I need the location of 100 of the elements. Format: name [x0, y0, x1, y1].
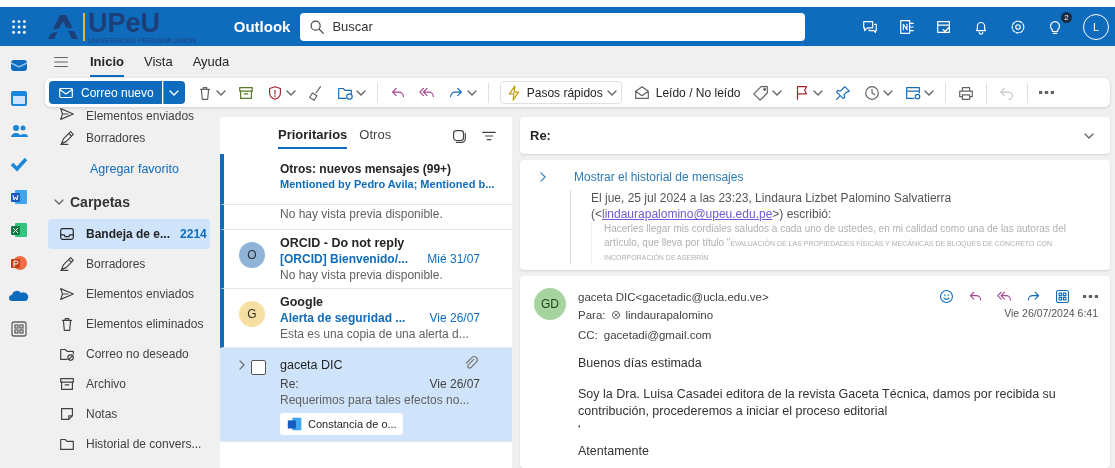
waffle-icon [10, 17, 28, 36]
remove-icon [609, 309, 622, 322]
body-paragraph: Buenos días estimada [578, 355, 703, 373]
spreadsheet-app-icon[interactable] [9, 220, 29, 240]
attachment-chip[interactable]: Constancia de o... [280, 413, 403, 435]
read-unread-button[interactable]: Leído / No leído [632, 83, 741, 102]
folder-item[interactable]: Bandeja de e... 2214 [48, 219, 210, 249]
recipient: lindaurapalomino [625, 309, 714, 322]
message-sender: Google [280, 295, 324, 309]
new-mail-dropdown[interactable] [162, 81, 185, 104]
document-app-icon[interactable] [9, 187, 29, 207]
clock-icon [862, 83, 881, 102]
quote-header: El jue, 25 jul 2024 a las 23:23, Lindaura Lizbet Palomino Salvatierra (<lindaurapalomino@upeu.edu.pe>) escribió: [591, 190, 953, 223]
notebook-button[interactable] [898, 17, 916, 36]
cc-label: CC: [578, 329, 598, 342]
caret-icon [169, 89, 180, 96]
more-button[interactable] [1083, 295, 1098, 299]
inbox-tab[interactable]: Otros [359, 122, 392, 149]
sender-avatar: G [239, 301, 265, 327]
message-preview: No hay vista previa disponible. [280, 207, 444, 221]
folder-item[interactable]: Notas [48, 399, 210, 429]
show-history-link[interactable]: Mostrar el historial de mensajes [540, 170, 744, 184]
smiley-icon [938, 288, 955, 306]
more-button[interactable] [1038, 91, 1054, 94]
snooze-button[interactable] [862, 83, 893, 102]
folder-item[interactable]: Correo no deseado [48, 339, 210, 369]
message-checkbox[interactable] [250, 360, 266, 375]
notice-title: Otros: nuevos mensajes (99+) [280, 162, 453, 176]
inbox-icon [58, 225, 76, 243]
chevron-icon [238, 360, 245, 370]
app-launcher-button[interactable] [10, 17, 28, 36]
folder-item[interactable]: Elementos enviados [48, 107, 210, 123]
message-item[interactable]: No hay vista previa disponible. [220, 205, 512, 230]
search-field[interactable]: Buscar [300, 12, 806, 41]
message-subject: Re: [530, 128, 551, 143]
to-label: Para: [578, 309, 606, 322]
chevron-icon [540, 172, 546, 182]
apps-icon[interactable] [9, 319, 29, 339]
app-name: Outlook [233, 18, 291, 35]
tips-badge: 2 [1061, 11, 1072, 23]
calendar-icon[interactable] [9, 88, 29, 108]
ribbon-tab[interactable]: Inicio [90, 47, 124, 77]
message-sender: ORCID - Do not reply [280, 236, 405, 250]
notice-preview: Mentioned by Pedro Avila; Mentioned b... [280, 178, 496, 190]
email-link[interactable]: lindaurapalomino@upeu.edu.pe [602, 207, 773, 222]
logo-mark-icon [46, 12, 80, 41]
open-envelope-icon [632, 83, 651, 102]
caret-icon [355, 89, 366, 96]
add-favorite-link[interactable]: Agregar favorito [48, 153, 215, 185]
ribbon-tab[interactable]: Vista [143, 47, 173, 77]
note-icon [58, 405, 76, 423]
folder-item[interactable]: Elementos enviados [48, 279, 210, 309]
message-subject: Re: [280, 377, 299, 391]
sender-address: gaceta DIC<gacetadic@ucla.edu.ve> [578, 290, 769, 303]
tag-icon [751, 83, 770, 102]
apps-icon [1054, 288, 1071, 306]
pencil-icon [58, 129, 76, 147]
message-date: Mié 31/07 [427, 252, 481, 266]
notebook-icon [898, 17, 916, 36]
sender-avatar: O [239, 242, 265, 268]
folder-item[interactable]: Archivo [48, 369, 210, 399]
folders-section-header[interactable]: Carpetas [48, 185, 215, 219]
presentation-app-icon[interactable] [9, 253, 29, 273]
cc-recipient: gacetadi@gmail.com [603, 329, 712, 342]
body-paragraph: ' [578, 422, 582, 439]
message-date: Vie 26/07/2024 6:41 [1004, 307, 1098, 320]
archive-icon [58, 375, 76, 393]
react-button[interactable] [938, 288, 955, 306]
body-paragraph: Atentamente [578, 442, 650, 460]
caret-icon [771, 89, 782, 96]
send-icon [58, 285, 76, 303]
folder-item[interactable]: Elementos eliminados [48, 309, 210, 339]
unread-count: 2214 [180, 227, 208, 241]
sender-avatar: GD [534, 288, 566, 321]
folder-item[interactable]: Borradores [48, 123, 210, 153]
caret-icon [882, 89, 893, 96]
message-subject: Alerta de seguridad ... [280, 311, 406, 325]
message-preview: No hay vista previa disponible. [280, 268, 444, 282]
document-icon [286, 415, 304, 433]
apps-button[interactable] [1054, 288, 1071, 306]
pin-button[interactable] [833, 83, 852, 102]
message-date: Vie 26/07 [429, 377, 481, 391]
caret-icon [606, 89, 617, 96]
other-mail-notice[interactable]: Otros: nuevos mensajes (99+) Mentioned by Pedro Avila; Mentioned b... [220, 154, 512, 205]
message-subject: [ORCID] Bienvenido/... [280, 252, 408, 266]
logo-text: UPeU [88, 9, 162, 37]
message-item[interactable]: O ORCID - Do not reply [ORCID] Bienvenido/... Mié 31/07 No hay vista previa disponible. [220, 230, 512, 289]
inbox-tab[interactable]: Prioritarios [278, 122, 348, 149]
folder-item[interactable]: Historial de convers... [48, 429, 210, 459]
ribbon-tab[interactable]: Ayuda [192, 47, 230, 77]
chevron-icon [1084, 132, 1094, 139]
new-mail-button[interactable]: Correo nuevo [49, 81, 162, 104]
quick-steps-button[interactable]: Pasos rápidos [499, 81, 622, 104]
collapse-button[interactable] [1084, 132, 1094, 139]
message-item[interactable]: gaceta DIC Re: Vie 26/07 Requerimos para tales efectos no... Constancia de o... [220, 348, 512, 442]
pencil-icon [58, 255, 76, 273]
body-paragraph: Soy la Dra. Luisa Casadei editora de la revista Gaceta Técnica, damos por recibida su contribución, procederemos a iniciar el proceso editorial [578, 386, 1057, 420]
chevron-icon [54, 199, 64, 205]
folder-item[interactable]: Borradores [48, 249, 210, 279]
categorize-button[interactable] [751, 83, 782, 102]
